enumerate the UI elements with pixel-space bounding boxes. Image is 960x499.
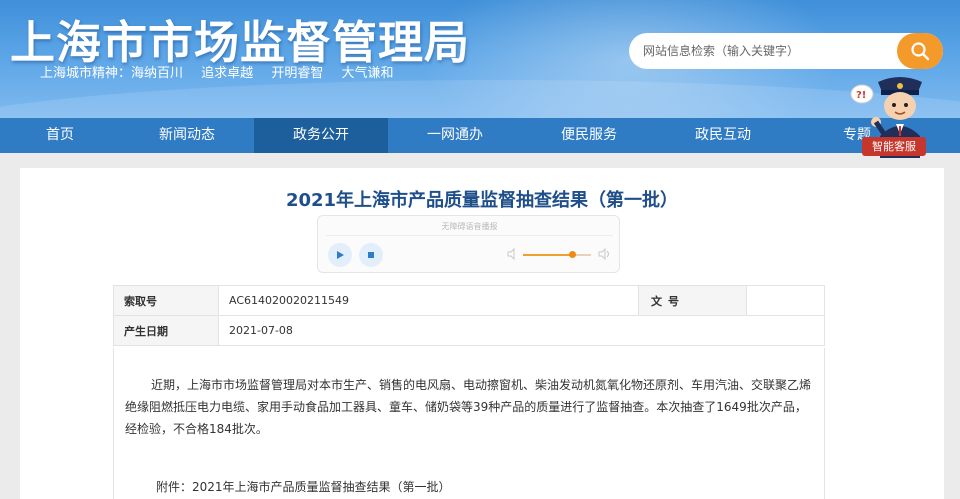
play-button[interactable] bbox=[328, 243, 352, 267]
nav-item-home[interactable]: 首页 bbox=[0, 118, 120, 153]
audio-player: 无障碍语音播报 bbox=[317, 215, 620, 273]
svg-text:?!: ?! bbox=[856, 90, 866, 101]
main-nav: 首页 新闻动态 政务公开 一网通办 便民服务 政民互动 专题 bbox=[0, 118, 960, 153]
volume-knob[interactable] bbox=[568, 251, 576, 258]
search-box bbox=[629, 33, 943, 69]
search-icon bbox=[911, 42, 930, 61]
nav-item-interaction[interactable]: 政民互动 bbox=[656, 118, 790, 153]
search-input[interactable] bbox=[629, 33, 899, 69]
play-icon bbox=[337, 251, 344, 259]
city-slogan: 上海城市精神：海纳百川 追求卓越 开明睿智 大气谦和 bbox=[40, 62, 407, 81]
volume-high-icon[interactable] bbox=[598, 248, 612, 260]
stop-button[interactable] bbox=[359, 243, 383, 267]
slogan-part: 上海城市精神：海纳百川 bbox=[40, 66, 184, 81]
date-label: 产生日期 bbox=[113, 315, 219, 346]
attachment-link[interactable]: 2021年上海市产品质量监督抽查结果（第一批） bbox=[192, 480, 451, 494]
volume-slider[interactable] bbox=[523, 251, 591, 258]
slogan-part: 开明睿智 bbox=[271, 66, 324, 81]
attachment-line: 附件：2021年上海市产品质量监督抽查结果（第一批） bbox=[156, 478, 451, 495]
article-body: 近期，上海市市场监督管理局对本市生产、销售的电风扇、电动擦窗机、柴油发动机氮氧化… bbox=[113, 348, 825, 499]
slogan-part: 追求卓越 bbox=[201, 66, 254, 81]
volume-low-icon[interactable] bbox=[507, 248, 519, 260]
player-divider bbox=[326, 235, 613, 236]
assistant-label[interactable]: 智能客服 bbox=[862, 137, 926, 156]
date-value: 2021-07-08 bbox=[218, 315, 825, 346]
index-no-value: AC614020020211549 bbox=[218, 285, 639, 316]
attachment-prefix: 附件： bbox=[156, 480, 193, 494]
nav-item-one-stop[interactable]: 一网通办 bbox=[388, 118, 522, 153]
doc-no-label: 文号 bbox=[638, 285, 747, 316]
article-title: 2021年上海市产品质量监督抽查结果（第一批） bbox=[285, 190, 679, 211]
nav-item-services[interactable]: 便民服务 bbox=[522, 118, 656, 153]
document-meta-table: 索取号 AC614020020211549 文号 产生日期 2021-07-08 bbox=[113, 285, 825, 346]
article-card: 2021年上海市产品质量监督抽查结果（第一批） 无障碍语音播报 索取号 AC61… bbox=[20, 168, 944, 499]
table-row: 产生日期 2021-07-08 bbox=[113, 315, 825, 346]
nav-item-gov-affairs[interactable]: 政务公开 bbox=[254, 118, 388, 153]
site-header: 上海市市场监督管理局 上海城市精神：海纳百川 追求卓越 开明睿智 大气谦和 bbox=[0, 0, 960, 118]
stop-icon bbox=[368, 252, 374, 258]
volume-fill bbox=[523, 254, 572, 256]
article-paragraph: 近期，上海市市场监督管理局对本市生产、销售的电风扇、电动擦窗机、柴油发动机氮氧化… bbox=[125, 378, 812, 436]
search-button[interactable] bbox=[897, 33, 943, 69]
nav-item-news[interactable]: 新闻动态 bbox=[120, 118, 254, 153]
doc-no-value bbox=[746, 285, 825, 316]
table-row: 索取号 AC614020020211549 文号 bbox=[113, 285, 825, 316]
player-caption: 无障碍语音播报 bbox=[441, 222, 498, 231]
index-no-label: 索取号 bbox=[113, 285, 219, 316]
slogan-part: 大气谦和 bbox=[341, 66, 394, 81]
